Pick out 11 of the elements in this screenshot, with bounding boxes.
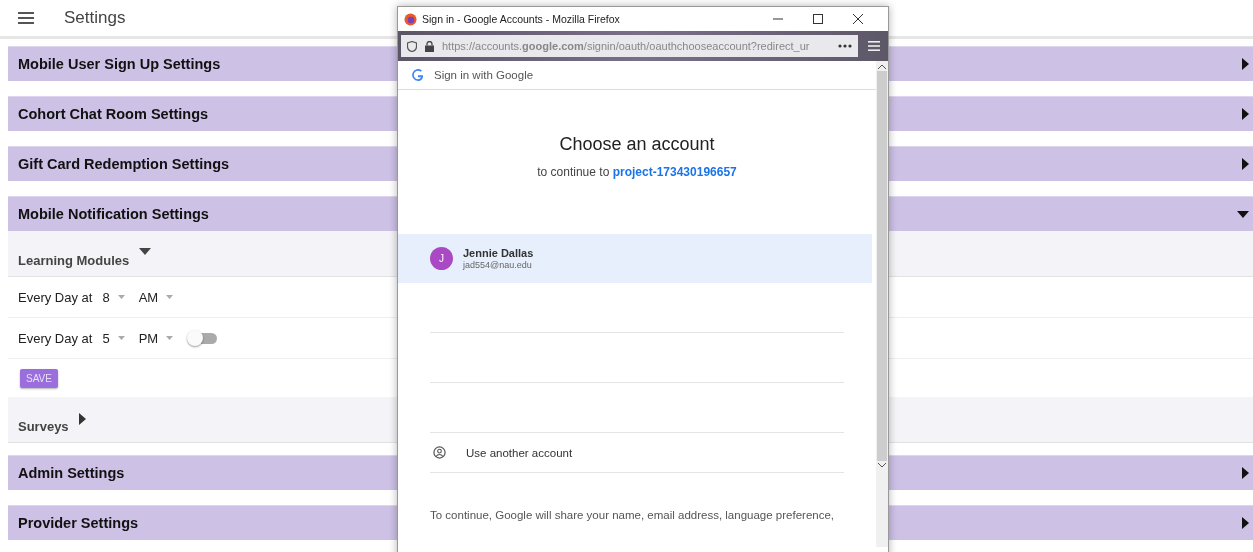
avatar: J bbox=[430, 247, 453, 270]
account-name: Jennie Dallas bbox=[463, 247, 534, 259]
dialog-heading: Choose an account bbox=[558, 134, 716, 155]
account-email: jad554@nau.edu bbox=[463, 260, 533, 270]
header-text: Sign in with Google bbox=[434, 69, 534, 81]
disclosure-text: To continue, Google will share your name, email address, language preference, bbox=[430, 509, 835, 521]
subtitle-text: to continue to bbox=[537, 165, 610, 179]
page-title: Settings bbox=[64, 8, 126, 28]
schedule-label: Every Day at bbox=[18, 289, 93, 305]
schedule-label: Every Day at bbox=[18, 330, 93, 346]
window-title: Sign in - Google Accounts - Mozilla Firefox bbox=[422, 13, 621, 25]
